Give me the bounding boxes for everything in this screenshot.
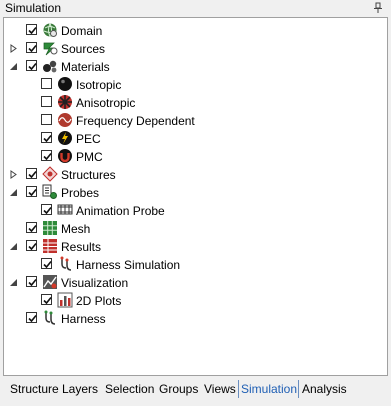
checkbox-checked[interactable]	[26, 168, 37, 179]
checkbox-checked[interactable]	[26, 312, 37, 323]
tree-item-label: Harness Simulation	[76, 258, 181, 272]
tree-item-label: Results	[61, 240, 102, 254]
probes-icon	[42, 184, 58, 200]
domain-icon	[42, 22, 58, 38]
tree-item-label: PMC	[76, 150, 103, 164]
checkbox-unchecked[interactable]	[41, 78, 52, 89]
checkbox-checked[interactable]	[41, 150, 52, 161]
active-tab-divider-right	[298, 380, 299, 398]
tree-item-label: 2D Plots	[76, 294, 122, 308]
tab-groups[interactable]: Groups	[159, 382, 198, 396]
tree-item-label: Sources	[61, 42, 106, 56]
tree-item-label: PEC	[76, 132, 101, 146]
tree-item-structures[interactable]: Structures	[4, 166, 384, 184]
tree-item-mesh[interactable]: Mesh	[4, 220, 384, 238]
tab-layers[interactable]: Layers	[62, 382, 98, 396]
tree-item-harness[interactable]: Harness	[4, 310, 384, 328]
pmc-icon	[57, 148, 73, 164]
tab-selection[interactable]: Selection	[105, 382, 154, 396]
expand-arrow-expanded-icon[interactable]	[9, 62, 18, 71]
tree-item-label: Harness	[61, 312, 106, 326]
tree-item-domain[interactable]: Domain	[4, 22, 384, 40]
expand-arrow-collapsed-icon[interactable]	[9, 170, 18, 179]
tree-item-label: Domain	[61, 24, 103, 38]
checkbox-checked[interactable]	[26, 276, 37, 287]
results-icon	[42, 238, 58, 254]
tree-item-2d-plots[interactable]: 2D Plots	[4, 292, 384, 310]
active-tab-divider-left	[238, 380, 239, 398]
tab-simulation[interactable]: Simulation	[241, 382, 297, 396]
tree-item-visualization[interactable]: Visualization	[4, 274, 384, 292]
checkbox-checked[interactable]	[26, 222, 37, 233]
checkbox-checked[interactable]	[41, 132, 52, 143]
animation-probe-icon	[57, 202, 73, 218]
tree-item-animation-probe[interactable]: Animation Probe	[4, 202, 384, 220]
harness-icon	[42, 310, 58, 326]
tree-item-pec[interactable]: PEC	[4, 130, 384, 148]
checkbox-checked[interactable]	[26, 240, 37, 251]
tree-item-materials[interactable]: Materials	[4, 58, 384, 76]
expand-arrow-expanded-icon[interactable]	[9, 188, 18, 197]
tree-item-label: Frequency Dependent	[76, 114, 195, 128]
tree-item-harness-simulation[interactable]: Harness Simulation	[4, 256, 384, 274]
tree-item-label: Materials	[61, 60, 110, 74]
checkbox-checked[interactable]	[41, 294, 52, 305]
plots-2d-icon	[57, 292, 73, 308]
checkbox-checked[interactable]	[26, 60, 37, 71]
panel-title: Simulation	[5, 1, 62, 15]
panel-title-bar: Simulation	[0, 0, 391, 17]
simulation-panel: Simulation Domain Sources Materials Isotrop…	[0, 0, 391, 406]
sources-icon	[42, 40, 58, 56]
tab-views[interactable]: Views	[204, 382, 236, 396]
tree-item-label: Isotropic	[76, 78, 122, 92]
checkbox-unchecked[interactable]	[41, 96, 52, 107]
pin-icon[interactable]	[373, 2, 383, 14]
harness-simulation-icon	[57, 256, 73, 272]
checkbox-checked[interactable]	[26, 42, 37, 53]
tab-structure[interactable]: Structure	[10, 382, 59, 396]
tree-item-sources[interactable]: Sources	[4, 40, 384, 58]
tree-item-results[interactable]: Results	[4, 238, 384, 256]
checkbox-unchecked[interactable]	[41, 114, 52, 125]
anisotropic-icon	[57, 94, 73, 110]
tree-item-label: Animation Probe	[76, 204, 165, 218]
checkbox-checked[interactable]	[41, 258, 52, 269]
structures-icon	[42, 166, 58, 182]
checkbox-checked[interactable]	[41, 204, 52, 215]
bottom-tab-bar: Structure Layers Selection Groups Views Simul…	[0, 378, 391, 402]
tree-item-label: Visualization	[61, 276, 129, 290]
pec-icon	[57, 130, 73, 146]
frequency-dependent-icon	[57, 112, 73, 128]
tree-item-isotropic[interactable]: Isotropic	[4, 76, 384, 94]
tree-item-label: Mesh	[61, 222, 91, 236]
tree-item-label: Anisotropic	[76, 96, 136, 110]
tab-analysis[interactable]: Analysis	[302, 382, 347, 396]
simulation-tree[interactable]: Domain Sources Materials Isotropic Anisotrop…	[3, 17, 388, 376]
checkbox-checked[interactable]	[26, 186, 37, 197]
mesh-icon	[42, 220, 58, 236]
tree-item-anisotropic[interactable]: Anisotropic	[4, 94, 384, 112]
expand-arrow-expanded-icon[interactable]	[9, 278, 18, 287]
expand-arrow-collapsed-icon[interactable]	[9, 44, 18, 53]
tree-item-pmc[interactable]: PMC	[4, 148, 384, 166]
tree-item-probes[interactable]: Probes	[4, 184, 384, 202]
expand-arrow-expanded-icon[interactable]	[9, 242, 18, 251]
tree-item-label: Structures	[61, 168, 116, 182]
tree-item-label: Probes	[61, 186, 100, 200]
visualization-icon	[42, 274, 58, 290]
isotropic-icon	[57, 76, 73, 92]
tree-item-frequency-dependent[interactable]: Frequency Dependent	[4, 112, 384, 130]
materials-icon	[42, 58, 58, 74]
checkbox-checked[interactable]	[26, 24, 37, 35]
